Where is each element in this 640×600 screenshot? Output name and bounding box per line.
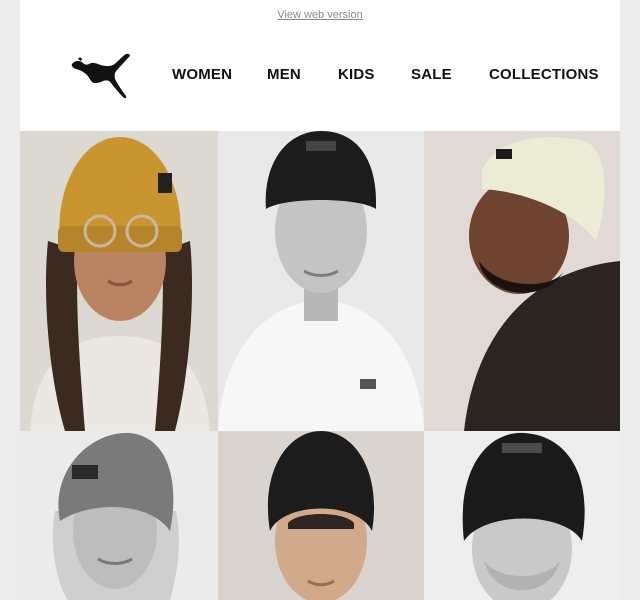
nav-item-women[interactable]: WOMEN [172,66,232,83]
hero-image-grid [20,131,620,600]
puma-logo-icon[interactable] [70,50,132,100]
portrait-bearded-man-black-beanie[interactable] [424,431,620,600]
nav-item-collections[interactable]: COLLECTIONS [489,66,599,83]
portrait-woman-mustard-beanie[interactable] [20,131,218,431]
nav-item-kids[interactable]: KIDS [338,66,375,83]
main-nav: WOMEN MEN KIDS SALE COLLECTIONS [160,66,620,84]
portrait-woman-grey-beanie[interactable] [20,431,218,600]
email-container: View web version WOMEN MEN KIDS SALE COL… [20,0,620,600]
view-web-version-link[interactable]: View web version [277,9,362,21]
portrait-young-man-black-beanie[interactable] [218,431,424,600]
nav-item-sale[interactable]: SALE [411,66,452,83]
portrait-man-cream-beanie[interactable] [424,131,620,431]
portrait-man-black-beanie[interactable] [218,131,424,431]
preheader: View web version [20,9,620,21]
nav-item-men[interactable]: MEN [267,66,301,83]
